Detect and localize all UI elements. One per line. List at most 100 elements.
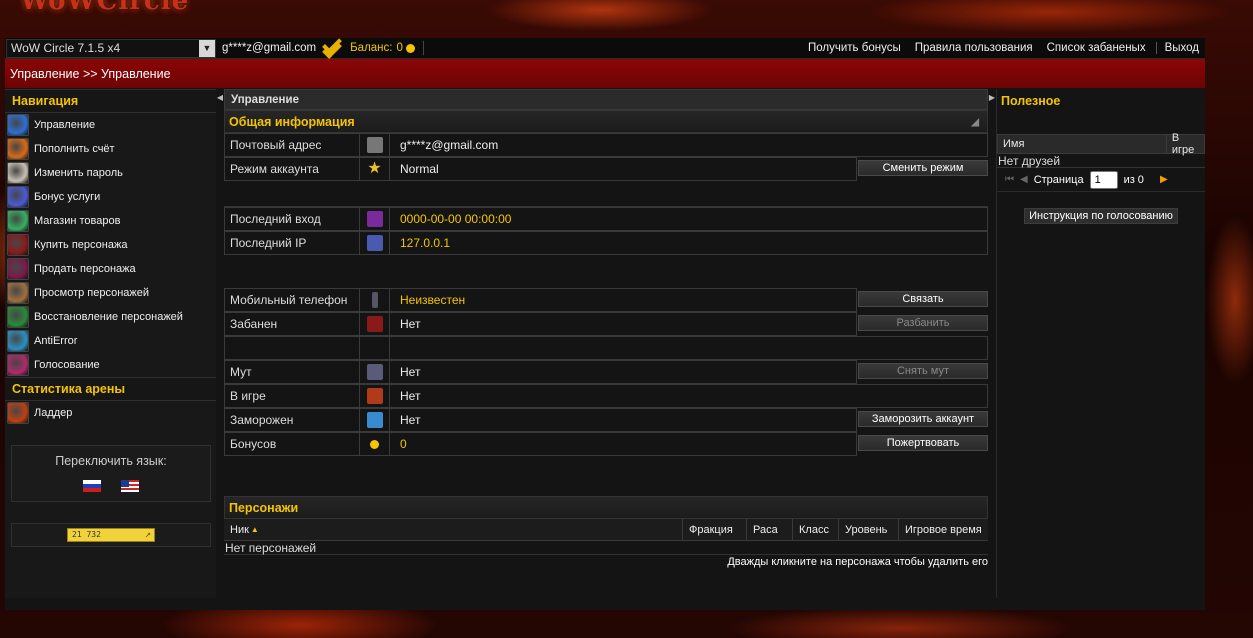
sidebar-item-sell-character[interactable]: Продать персонажа [5,257,216,281]
orb-icon [7,210,29,232]
breadcrumb: Управление >> Управление [5,59,1205,88]
site-logo: WoWCircle [20,0,190,16]
mute-value: Нет [390,360,857,384]
online-icon [366,388,383,404]
phone-label: Мобильный телефон [224,288,360,312]
col-level[interactable]: Уровень [838,519,898,540]
sidebar-item-manage[interactable]: Управление [5,113,216,137]
col-faction[interactable]: Фракция [682,519,746,540]
last-login-label: Последний вход [224,207,360,231]
collapse-icon[interactable]: ◢ [971,117,979,128]
mute-label: Мут [224,360,360,384]
ban-hand-icon [366,316,383,332]
row-last-login: Последний вход 0000-00-00 00:00:00 [224,207,988,231]
page-of: из 0 [1123,173,1144,186]
vortex-icon [7,330,29,352]
row-banned: Забанен Нет Разбанить [224,312,988,336]
row-phone: Мобильный телефон Неизвестен Связать [224,288,988,312]
sidebar-item-restore-characters[interactable]: Восстановление персонажей [5,305,216,329]
collapse-right-icon[interactable]: ▶ [989,89,995,105]
ladder-icon [7,402,29,424]
nav-list: Управление Пополнить счёт Изменить парол… [5,113,216,377]
main-frame: WoW Circle 7.1.5 x4 ▼ g****z@gmail.com Б… [5,38,1205,610]
page-input[interactable] [1089,170,1118,189]
last-login-value: 0000-00-00 00:00:00 [390,207,988,231]
voting-instructions-button[interactable]: Инструкция по голосованию [1024,208,1178,224]
sidebar-item-label: AntiError [34,335,78,347]
network-icon [366,235,383,251]
sidebar-item-topup[interactable]: Пополнить счёт [5,137,216,161]
rules-link[interactable]: Правила пользования [915,42,1033,54]
sidebar-item-view-characters[interactable]: Просмотр персонажей [5,281,216,305]
banlist-link[interactable]: Список забаненых [1047,42,1146,54]
shadow-icon [7,258,29,280]
unban-button[interactable]: Разбанить [858,315,988,331]
sidebar-item-label: Просмотр персонажей [34,287,150,299]
sidebar-item-label: Купить персонажа [34,239,128,251]
friends-pager: ⏮ ◀ Страница из 0 ▶ [997,168,1205,192]
sidebar-item-label: Продать персонажа [34,263,136,275]
coin-icon [370,439,379,449]
col-online[interactable]: В игре [1167,132,1204,156]
prev-page-icon[interactable]: ◀ [1020,174,1028,185]
sidebar-item-label: Пополнить счёт [34,143,115,155]
sidebar-item-buy-character[interactable]: Купить персонажа [5,233,216,257]
characters-heading: Персонажи [224,496,988,519]
mode-value: Normal [390,157,857,181]
frost-icon [7,114,29,136]
language-switcher: Переключить язык: [11,445,211,502]
visit-counter[interactable]: 21 732 [67,528,155,542]
face-icon [7,162,29,184]
ice-icon [366,412,383,428]
freeze-account-button[interactable]: Заморозить аккаунт [858,411,988,427]
link-phone-button[interactable]: Связать [858,291,988,307]
sidebar-item-antierror[interactable]: AntiError [5,329,216,353]
us-flag-icon[interactable] [121,480,139,492]
swords-icon [7,354,29,376]
sidebar-item-bonus-services[interactable]: Бонус услуги [5,185,216,209]
sidebar-item-change-password[interactable]: Изменить пароль [5,161,216,185]
col-playtime[interactable]: Игровое время [898,519,988,540]
balance-value: 0 [396,42,403,54]
sidebar-item-label: Изменить пароль [34,167,123,179]
sidebar-item-voting[interactable]: Голосование [5,353,216,377]
change-mode-button[interactable]: Сменить режим [858,160,988,176]
chevron-down-icon[interactable]: ▼ [199,39,215,57]
col-nick[interactable]: Ник [224,519,682,540]
nav-heading: Навигация [5,89,216,113]
col-name[interactable]: Имя [998,135,1167,153]
donate-button[interactable]: Пожертвовать [858,435,988,451]
bonus-label: Бонусов [224,432,360,456]
characters-empty: Нет персонажей [224,541,988,555]
server-select-value: WoW Circle 7.1.5 x4 [11,41,121,55]
top-bar: WoW Circle 7.1.5 x4 ▼ g****z@gmail.com Б… [5,38,1205,59]
row-mode: Режим аккаунта ★ Normal Сменить режим [224,157,988,181]
collapse-left-icon[interactable]: ◀ [217,89,223,105]
next-page-icon[interactable]: ▶ [1160,174,1168,185]
sidebar: Навигация Управление Пополнить счёт Изме… [5,89,216,598]
phone-value: Неизвестен [390,288,857,312]
main-content: Управление Общая информация ◢ Почтовый а… [224,89,988,598]
row-last-ip: Последний IP 127.0.0.1 [224,231,988,255]
server-select[interactable]: WoW Circle 7.1.5 x4 ▼ [6,38,216,58]
row-empty [224,336,988,360]
useful-heading: Полезное [1001,94,1061,108]
russian-flag-icon[interactable] [83,480,101,492]
characters-hint: Дважды кликните на персонажа чтобы удали… [727,556,988,568]
unmute-button[interactable]: Снять мут [858,363,988,379]
characters-table-header: Ник Фракция Раса Класс Уровень Игровое в… [224,519,988,541]
phone-icon [371,292,378,308]
email-value: g****z@gmail.com [390,133,988,157]
coin-icon [405,43,415,53]
panel-title: Управление [224,89,988,110]
star-icon: ★ [367,160,382,177]
col-race[interactable]: Раса [746,519,792,540]
first-page-icon[interactable]: ⏮ [1005,174,1014,185]
sidebar-item-shop[interactable]: Магазин товаров [5,209,216,233]
get-bonuses-link[interactable]: Получить бонусы [808,42,901,54]
sidebar-item-ladder[interactable]: Ладдер [5,401,216,425]
arena-heading: Статистика арены [5,377,216,401]
bonus-value: 0 [390,432,857,456]
col-class[interactable]: Класс [792,519,838,540]
logout-link[interactable]: Выход [1155,42,1199,54]
